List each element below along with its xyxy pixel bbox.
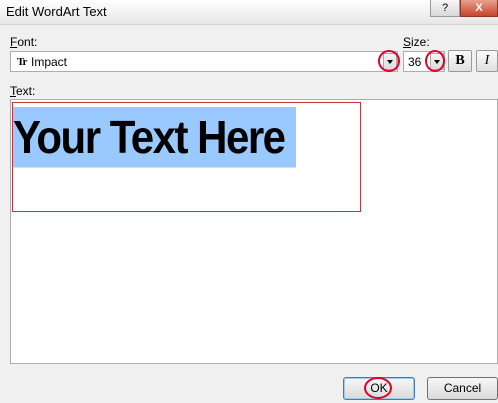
size-select[interactable]: 36 <box>403 51 445 72</box>
size-label-accel: S <box>403 35 412 49</box>
ok-button[interactable]: OK <box>343 377 415 400</box>
text-label: Text: <box>10 84 35 98</box>
font-dropdown-chevron-down-icon[interactable] <box>383 53 397 70</box>
font-select-value: Impact <box>31 55 68 69</box>
size-dropdown-chevron-down-icon[interactable] <box>430 53 444 70</box>
bold-button[interactable]: B <box>448 50 472 72</box>
help-button[interactable]: ? <box>430 0 460 17</box>
selected-wordart-text[interactable]: Your Text Here <box>13 107 296 168</box>
italic-button[interactable]: I <box>476 50 498 72</box>
size-select-value: 36 <box>408 55 422 69</box>
truetype-font-icon: Tr <box>17 56 27 68</box>
close-button[interactable]: X <box>460 0 498 17</box>
cancel-button[interactable]: Cancel <box>427 377 498 400</box>
window-title: Edit WordArt Text <box>6 4 107 19</box>
font-select[interactable]: Tr Impact <box>10 51 398 72</box>
text-label-rest: ext: <box>16 84 36 98</box>
font-label: Font: <box>10 35 37 49</box>
window-controls: ? X <box>430 0 498 18</box>
title-bar: Edit WordArt Text ? X <box>0 0 498 25</box>
size-label-rest: ize: <box>411 35 430 49</box>
font-label-rest: ont: <box>17 35 38 49</box>
size-label: Size: <box>403 35 430 49</box>
